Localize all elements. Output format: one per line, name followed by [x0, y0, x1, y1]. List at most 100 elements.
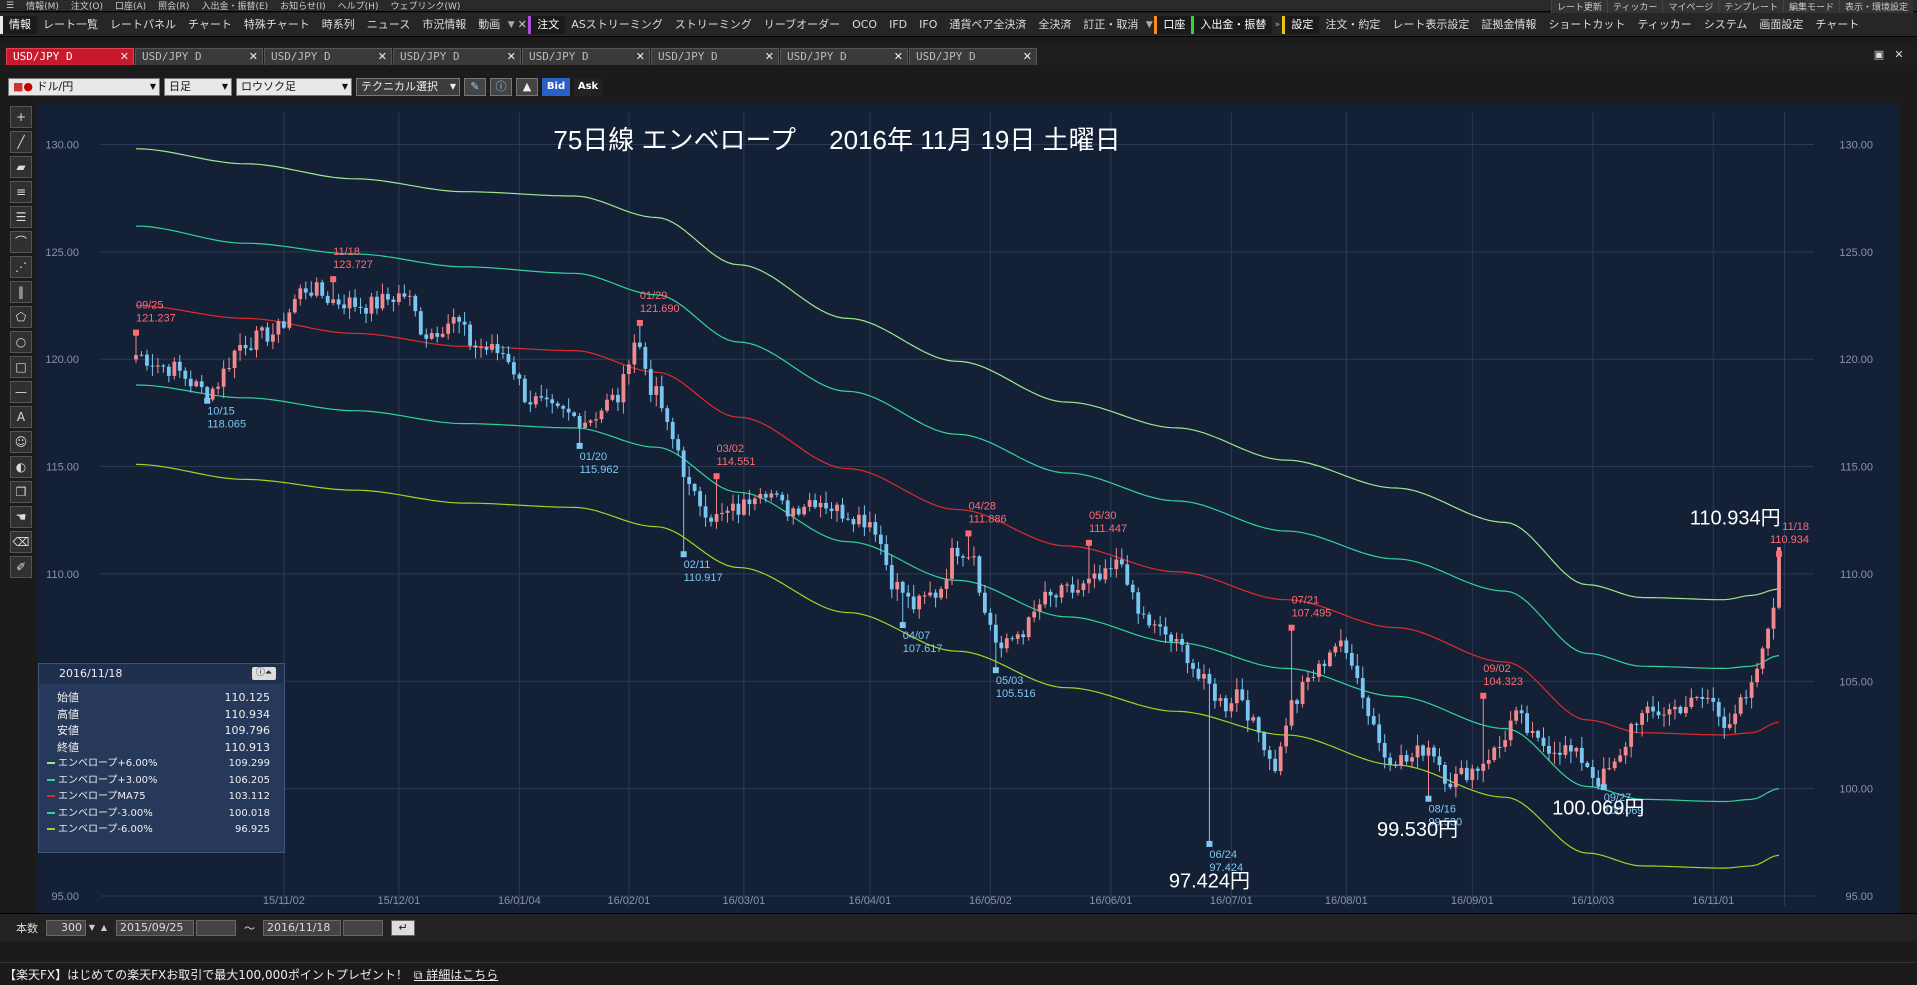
more-icon[interactable]: » — [1272, 20, 1282, 30]
toolbar-screen-settings[interactable]: 画面設定 — [1753, 16, 1809, 34]
menu-inquiry[interactable]: 照会(R) — [152, 0, 195, 12]
rate-update-button[interactable]: レート更新 — [1550, 0, 1607, 13]
vertical-lines-icon[interactable]: ‖ — [10, 281, 32, 303]
ask-toggle[interactable]: Ask — [574, 78, 602, 96]
toolbar-chart[interactable]: チャート — [182, 16, 238, 34]
toolbar-special-chart[interactable]: 特殊チャート — [238, 16, 316, 34]
fan-icon[interactable]: ⋰ — [10, 256, 32, 278]
chart-tab-2[interactable]: USD/JPY D ✕ — [135, 48, 263, 65]
app-menu-icon[interactable]: ☰ — [0, 1, 20, 11]
spin-up-icon[interactable]: ▲ — [98, 922, 110, 934]
close-icon[interactable]: ✕ — [507, 49, 516, 65]
refresh-icon[interactable]: ↵ — [391, 919, 415, 936]
toolbar-as-streaming[interactable]: ASストリーミング — [565, 16, 669, 34]
more-icon[interactable]: ▼ — [1144, 20, 1154, 30]
toolbar-rate-display[interactable]: レート表示設定 — [1386, 16, 1475, 34]
hline-icon[interactable]: — — [10, 381, 32, 403]
close-icon[interactable]: ✕ — [516, 18, 528, 31]
spin-down-icon[interactable]: ▼ — [86, 922, 98, 934]
info-icon[interactable]: ⓘ — [490, 78, 512, 96]
eraser-all-icon[interactable]: ✐ — [10, 556, 32, 578]
trendline-icon[interactable]: ╱ — [10, 131, 32, 153]
area-chart-icon[interactable]: ▲ — [516, 78, 538, 96]
close-icon[interactable]: ✕ — [636, 49, 645, 65]
chart-tab-7[interactable]: USD/JPY D ✕ — [780, 48, 908, 65]
period-select[interactable]: 日足 ▼ — [164, 78, 232, 96]
maximize-icon[interactable]: ▣ — [1871, 48, 1887, 61]
toolbar-video[interactable]: 動画 — [472, 16, 506, 34]
ruler-icon[interactable]: ▰ — [10, 156, 32, 178]
circle-icon[interactable]: ○ — [10, 331, 32, 353]
menu-order[interactable]: 注文(O) — [65, 0, 109, 12]
toolbar-rate-panel[interactable]: レートパネル — [104, 16, 182, 34]
rectangle-icon[interactable]: □ — [10, 356, 32, 378]
magnet-icon[interactable]: ◐ — [10, 456, 32, 478]
menu-deposit[interactable]: 入出金・振替(E) — [195, 0, 274, 12]
toolbar-ifo[interactable]: IFO — [913, 16, 943, 34]
close-icon[interactable]: ✕ — [765, 49, 774, 65]
toolbar-modify-cancel[interactable]: 訂正・取消 — [1077, 16, 1144, 34]
info-collapse-icon[interactable]: ⓘ⏶ — [252, 667, 276, 680]
from-time-input[interactable] — [196, 919, 236, 936]
chart-tab-5[interactable]: USD/JPY D ✕ — [522, 48, 650, 65]
close-icon[interactable]: ✕ — [249, 49, 258, 65]
toolbar-rate-list[interactable]: レート一覧 — [37, 16, 104, 34]
menu-account[interactable]: 口座(A) — [109, 0, 152, 12]
close-icon[interactable]: ✕ — [894, 49, 903, 65]
mypage-button[interactable]: マイページ — [1662, 0, 1719, 13]
emoji-icon[interactable]: ☺ — [10, 431, 32, 453]
price-chart[interactable]: 09/25121.23711/18123.72701/29121.69003/0… — [37, 103, 1900, 913]
toolbar-ticker[interactable]: ティッカー — [1631, 16, 1697, 34]
toolbar-settle-all[interactable]: 全決済 — [1032, 16, 1077, 34]
toolbar-leave-order[interactable]: リーブオーダー — [758, 16, 846, 34]
toolbar-news[interactable]: ニュース — [361, 16, 416, 34]
toolbar-order-execution[interactable]: 注文・約定 — [1319, 16, 1386, 34]
to-time-input[interactable] — [343, 919, 383, 936]
toolbar-system[interactable]: システム — [1698, 16, 1754, 34]
fibonacci-icon[interactable]: ☰ — [10, 206, 32, 228]
technical-select[interactable]: テクニカル選択 ▼ — [356, 78, 460, 96]
chart-tab-4[interactable]: USD/JPY D ✕ — [393, 48, 521, 65]
toolbar-streaming[interactable]: ストリーミング — [669, 16, 758, 34]
bid-toggle[interactable]: Bid — [542, 78, 570, 96]
crosshair-icon[interactable]: + — [10, 106, 32, 128]
toolbar-timeseries[interactable]: 時系列 — [316, 16, 361, 34]
ticker-button[interactable]: ティッカー — [1606, 0, 1663, 13]
chart-tab-6[interactable]: USD/JPY D ✕ — [651, 48, 779, 65]
hand-icon[interactable]: ☚ — [10, 506, 32, 528]
toolbar-account-head[interactable]: 口座 — [1154, 15, 1192, 34]
menu-weblink[interactable]: ウェブリンク(W) — [384, 0, 466, 12]
bar-count-input[interactable]: 300 — [46, 919, 86, 936]
toolbar-margin-info[interactable]: 証拠金情報 — [1475, 16, 1542, 34]
currency-pair-select[interactable]: ■● ドル/円 ▼ — [8, 78, 160, 96]
draw-pencil-icon[interactable]: ✎ — [464, 78, 486, 96]
text-icon[interactable]: A — [10, 406, 32, 428]
toolbar-oco[interactable]: OCO — [846, 16, 883, 34]
toolbar-ifd[interactable]: IFD — [883, 16, 913, 34]
ad-detail-link[interactable]: ⧉ 詳細はこちら — [414, 966, 498, 983]
close-icon[interactable]: ✕ — [378, 49, 387, 65]
chart-tab-8[interactable]: USD/JPY D ✕ — [909, 48, 1037, 65]
close-window-icon[interactable]: ✕ — [1891, 48, 1907, 61]
close-icon[interactable]: ✕ — [1023, 49, 1032, 65]
chart-tab-1[interactable]: USD/JPY D ✕ — [6, 48, 134, 65]
display-settings-button[interactable]: 表示・環境設定 — [1838, 0, 1913, 13]
close-icon[interactable]: ✕ — [120, 49, 129, 65]
menu-help[interactable]: ヘルプ(H) — [332, 0, 385, 12]
toolbar-shortcut[interactable]: ショートカット — [1542, 16, 1631, 34]
chart-style-select[interactable]: ロウソク足 ▼ — [236, 78, 352, 96]
eraser-icon[interactable]: ⌫ — [10, 531, 32, 553]
menu-notice[interactable]: お知らせ(I) — [274, 0, 332, 12]
toolbar-deposit-head[interactable]: 入出金・振替 — [1191, 15, 1273, 34]
edit-mode-button[interactable]: 編集モード — [1782, 0, 1839, 13]
from-date-input[interactable]: 2015/09/25 — [116, 919, 194, 936]
arc-icon[interactable]: ⌒ — [10, 231, 32, 253]
menu-info[interactable]: 情報(M) — [20, 0, 65, 12]
template-button[interactable]: テンプレート — [1718, 0, 1783, 13]
toolbar-market-info[interactable]: 市況情報 — [416, 16, 472, 34]
toolbar-pair-settle[interactable]: 通貨ペア全決済 — [943, 16, 1032, 34]
to-date-input[interactable]: 2016/11/18 — [263, 919, 341, 936]
toolbar-chart-settings[interactable]: チャート — [1809, 16, 1865, 34]
copy-icon[interactable]: ❐ — [10, 481, 32, 503]
more-icon[interactable]: ▼ — [506, 20, 516, 30]
